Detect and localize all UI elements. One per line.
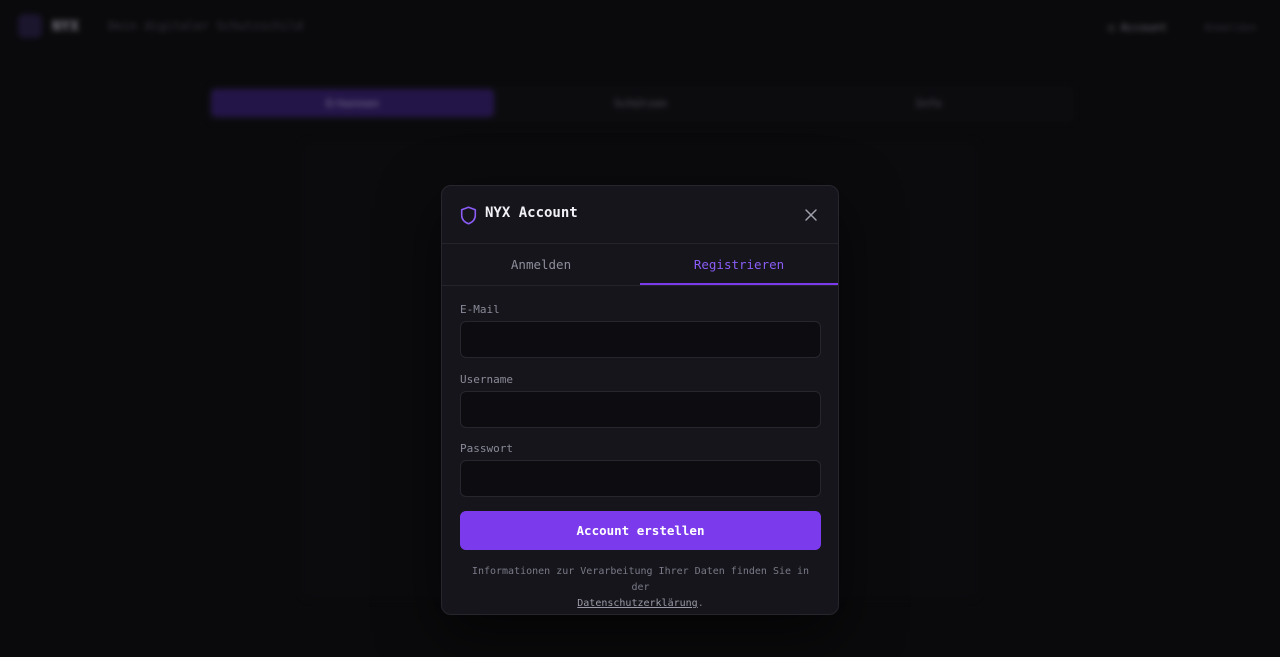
tab-login-label: Anmelden bbox=[510, 257, 572, 272]
privacy-policy-link[interactable]: Datenschutzerklärung bbox=[577, 598, 697, 609]
tab-login[interactable]: Anmelden bbox=[442, 244, 640, 285]
username-label: Username bbox=[460, 373, 513, 386]
username-field[interactable] bbox=[460, 391, 821, 428]
header-account-label: Account bbox=[1120, 20, 1167, 34]
dialog-header: NYX Account bbox=[442, 186, 838, 244]
password-label: Passwort bbox=[460, 442, 513, 455]
password-field[interactable] bbox=[460, 460, 821, 497]
email-label: E-Mail bbox=[460, 303, 500, 316]
active-tab-indicator bbox=[640, 283, 838, 285]
privacy-text: Informationen zur Verarbeitung Ihrer Dat… bbox=[471, 566, 810, 593]
top-bar: NYX Dein digitaler Schutzschild ○ Accoun… bbox=[0, 0, 1280, 54]
create-account-button[interactable]: Account erstellen bbox=[460, 511, 821, 550]
create-account-label: Account erstellen bbox=[576, 523, 705, 538]
header-login-button[interactable]: Anmelden bbox=[1204, 16, 1270, 38]
tab-register[interactable]: Registrieren bbox=[640, 244, 838, 285]
header-login-label: Anmelden bbox=[1204, 20, 1257, 34]
dialog-title: NYX Account bbox=[485, 205, 578, 221]
mode-tab-label: Schützen bbox=[614, 96, 667, 110]
privacy-suffix: . bbox=[697, 598, 704, 609]
mode-tab-label: Erkennen bbox=[326, 96, 379, 110]
user-icon: ○ bbox=[1108, 20, 1115, 34]
email-field[interactable] bbox=[460, 321, 821, 358]
account-dialog: NYX Account Anmelden Registrieren E-Mail… bbox=[441, 185, 839, 615]
mode-tab-schuetzen[interactable]: Schützen bbox=[499, 89, 782, 117]
brand-name: NYX bbox=[52, 17, 80, 35]
tab-register-label: Registrieren bbox=[693, 257, 785, 272]
header-account-button[interactable]: ○ Account bbox=[1108, 16, 1188, 38]
logo-icon bbox=[18, 14, 42, 38]
privacy-notice: Informationen zur Verarbeitung Ihrer Dat… bbox=[460, 564, 821, 612]
brand-tagline: Dein digitaler Schutzschild bbox=[108, 19, 304, 33]
shield-icon bbox=[460, 206, 477, 225]
auth-tabs: Anmelden Registrieren bbox=[442, 244, 838, 286]
mode-tab-label: Info bbox=[915, 96, 942, 110]
mode-tab-erkennen[interactable]: Erkennen bbox=[211, 89, 494, 117]
close-icon[interactable] bbox=[802, 206, 820, 224]
mode-tab-info[interactable]: Info bbox=[787, 89, 1070, 117]
mode-switcher: Erkennen Schützen Info bbox=[208, 86, 1074, 122]
page-backdrop: NYX Dein digitaler Schutzschild ○ Accoun… bbox=[0, 0, 1280, 657]
